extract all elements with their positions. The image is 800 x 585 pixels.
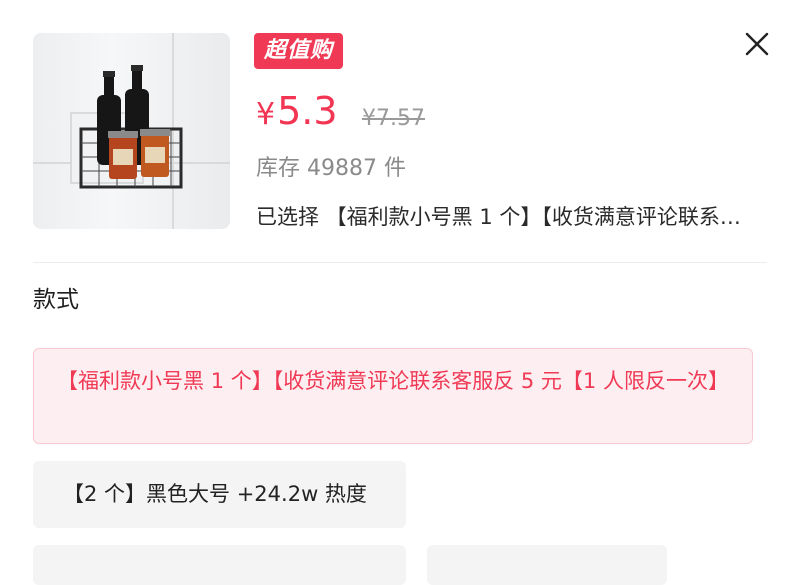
promo-badge: 超值购	[254, 33, 344, 69]
current-price: ¥5.3	[256, 92, 338, 130]
style-option-selected[interactable]: 【福利款小号黑 1 个】【收货满意评论联系客服反 5 元【1 人限反一次】	[33, 348, 753, 444]
style-option-partial[interactable]	[33, 545, 406, 585]
style-option[interactable]: 【2 个】黑色大号 +24.2w 热度	[33, 461, 406, 528]
currency-symbol: ¥	[256, 97, 276, 132]
original-price: ¥7.57	[362, 106, 425, 131]
section-title-style: 款式	[33, 287, 79, 313]
close-button[interactable]	[740, 27, 774, 61]
price-value: 5.3	[277, 89, 338, 133]
divider	[33, 262, 767, 263]
style-option-partial[interactable]	[427, 545, 667, 585]
selected-summary: 已选择 【福利款小号黑 1 个】【收货满意评论联系客服反 5 元【1 人限反一次…	[256, 205, 761, 229]
stock-count: 库存 49887 件	[256, 156, 406, 181]
sku-selector-sheet: 超值购 ¥5.3 ¥7.57 库存 49887 件 已选择 【福利款小号黑 1 …	[0, 0, 800, 585]
close-icon	[745, 32, 769, 56]
product-image	[33, 33, 230, 229]
